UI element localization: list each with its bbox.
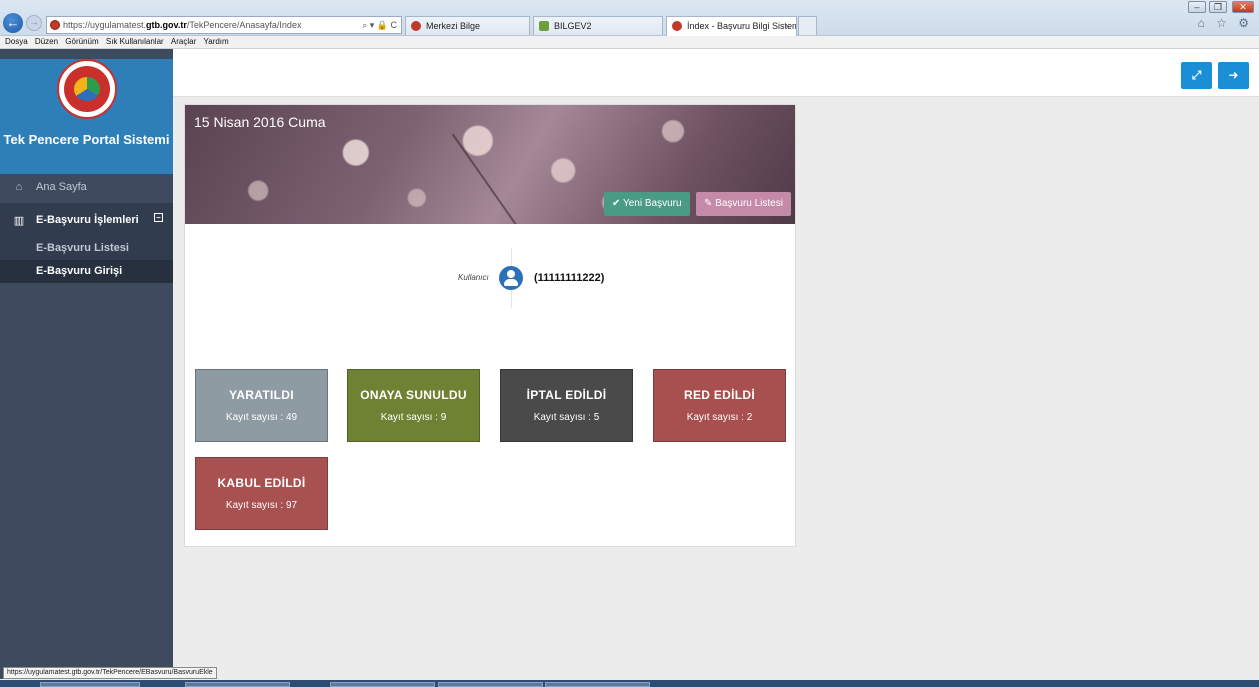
user-avatar-icon xyxy=(499,266,523,290)
user-label: Kullanıcı xyxy=(458,273,489,282)
card-title: RED EDİLDİ xyxy=(683,388,755,402)
tab-favicon-icon xyxy=(672,21,682,31)
current-date: 15 Nisan 2016 Cuma xyxy=(194,114,326,130)
taskbar-item[interactable] xyxy=(185,682,290,687)
card-count: Kayıt sayısı : 97 xyxy=(225,500,298,511)
status-card-red-edildi[interactable]: RED EDİLDİ Kayıt sayısı : 2 xyxy=(653,369,786,442)
menu-dosya[interactable]: Dosya xyxy=(5,37,28,46)
status-card-yaratildi[interactable]: YARATILDI Kayıt sayısı : 49 xyxy=(195,369,328,442)
sidebar-group-ebasvuru[interactable]: ▥ E-Başvuru İşlemleri – xyxy=(0,203,173,237)
close-tab-icon[interactable]: × xyxy=(785,17,790,35)
menu-duzen[interactable]: Düzen xyxy=(35,37,58,46)
bar-chart-icon: ▥ xyxy=(13,214,25,227)
close-window-button[interactable]: ✕ xyxy=(1232,1,1254,13)
hero-banner: 15 Nisan 2016 Cuma ✔ Yeni Başvuru ✎ Başv… xyxy=(185,105,795,224)
application-list-button[interactable]: ✎ Başvuru Listesi xyxy=(696,192,791,216)
brand: Tek Pencere Portal Sistemi xyxy=(0,59,173,174)
taskbar-item[interactable] xyxy=(545,682,650,687)
user-info: Kullanıcı (11111111222) xyxy=(185,224,797,339)
url-path: /TekPencere/Anasayfa/Index xyxy=(186,20,302,30)
user-id: (11111111222) xyxy=(534,272,605,284)
status-bar-url: https://uygulamatest.gtb.gov.tr/TekPence… xyxy=(3,667,217,679)
taskbar-item[interactable] xyxy=(330,682,435,687)
card-count: Kayıt sayısı : 49 xyxy=(225,412,298,423)
status-card-onaya-sunuldu[interactable]: ONAYA SUNULDU Kayıt sayısı : 9 xyxy=(347,369,480,442)
address-bar[interactable]: https://uygulamatest.gtb.gov.tr/TekPence… xyxy=(46,16,402,34)
top-bar: ⤢ ➜ xyxy=(173,49,1259,97)
card-title: KABUL EDİLDİ xyxy=(217,476,306,490)
card-title: ONAYA SUNULDU xyxy=(360,388,467,402)
ministry-logo-icon xyxy=(56,59,117,119)
restore-button[interactable]: ❐ xyxy=(1209,1,1227,13)
menu-yardim[interactable]: Yardım xyxy=(204,37,229,46)
card-count: Kayıt sayısı : 9 xyxy=(380,412,447,423)
home-icon: ⌂ xyxy=(15,181,23,193)
browser-toolbar: – ❐ ✕ ← → https://uygulamatest.gtb.gov.t… xyxy=(0,0,1259,36)
tab-merkezi-bilge[interactable]: Merkezi Bilge xyxy=(405,16,530,35)
url-host: gtb.gov.tr xyxy=(146,20,187,30)
tab-favicon-icon xyxy=(539,21,549,31)
menu-bar: Dosya Düzen Görünüm Sık Kullanılanlar Ar… xyxy=(0,36,1259,49)
sidebar-item-label: Ana Sayfa xyxy=(36,181,87,193)
sidebar-group-label: E-Başvuru İşlemleri xyxy=(36,214,139,226)
sidebar-item-home[interactable]: ⌂ Ana Sayfa xyxy=(0,171,173,203)
sidebar-item-ebasvuru-listesi[interactable]: E-Başvuru Listesi xyxy=(0,237,173,260)
status-card-iptal-edildi[interactable]: İPTAL EDİLDİ Kayıt sayısı : 5 xyxy=(500,369,633,442)
minimize-button[interactable]: – xyxy=(1188,1,1206,13)
back-arrow-icon[interactable]: ← xyxy=(3,13,23,33)
tab-bilgev2[interactable]: BILGEV2 xyxy=(533,16,663,35)
new-tab-button[interactable] xyxy=(798,16,817,35)
fullscreen-button[interactable]: ⤢ xyxy=(1181,62,1212,89)
taskbar-item[interactable] xyxy=(40,682,140,687)
tab-label: İndex - Başvuru Bilgi Sistemi xyxy=(687,21,797,31)
menu-gorunum[interactable]: Görünüm xyxy=(65,37,98,46)
taskbar-item[interactable] xyxy=(438,682,543,687)
logout-button[interactable]: ➜ xyxy=(1218,62,1249,89)
status-card-kabul-edildi[interactable]: KABUL EDİLDİ Kayıt sayısı : 97 xyxy=(195,457,328,530)
tab-label: Merkezi Bilge xyxy=(426,21,481,31)
brand-title: Tek Pencere Portal Sistemi xyxy=(3,132,170,147)
address-tools-icons[interactable]: ⌕ ▾ 🔒 C xyxy=(362,17,397,33)
card-count: Kayıt sayısı : 5 xyxy=(533,412,600,423)
card-count: Kayıt sayısı : 2 xyxy=(686,412,753,423)
sidebar-item-ebasvuru-girisi[interactable]: E-Başvuru Girişi xyxy=(0,260,173,283)
site-favicon-icon xyxy=(50,20,60,30)
collapse-icon[interactable]: – xyxy=(154,213,163,222)
menu-sik-kullanilanlar[interactable]: Sık Kullanılanlar xyxy=(106,37,164,46)
forward-arrow-icon[interactable]: → xyxy=(26,15,42,31)
home-star-gear-icons[interactable]: ⌂ ☆ ⚙ xyxy=(1198,16,1253,30)
new-application-button[interactable]: ✔ Yeni Başvuru xyxy=(604,192,690,216)
menu-araclar[interactable]: Araçlar xyxy=(171,37,196,46)
expand-icon: ⤢ xyxy=(1191,68,1202,82)
tab-index-basvuru[interactable]: İndex - Başvuru Bilgi Sistemi × xyxy=(666,16,797,36)
tab-favicon-icon xyxy=(411,21,421,31)
dashboard-panel: 15 Nisan 2016 Cuma ✔ Yeni Başvuru ✎ Başv… xyxy=(184,104,796,547)
tab-label: BILGEV2 xyxy=(554,21,592,31)
url-prefix: https://uygulamatest. xyxy=(63,20,147,30)
card-title: İPTAL EDİLDİ xyxy=(526,388,607,402)
card-title: YARATILDI xyxy=(229,388,294,402)
sidebar: Tek Pencere Portal Sistemi ⌂ Ana Sayfa ▥… xyxy=(0,49,173,679)
logout-icon: ➜ xyxy=(1228,68,1239,82)
